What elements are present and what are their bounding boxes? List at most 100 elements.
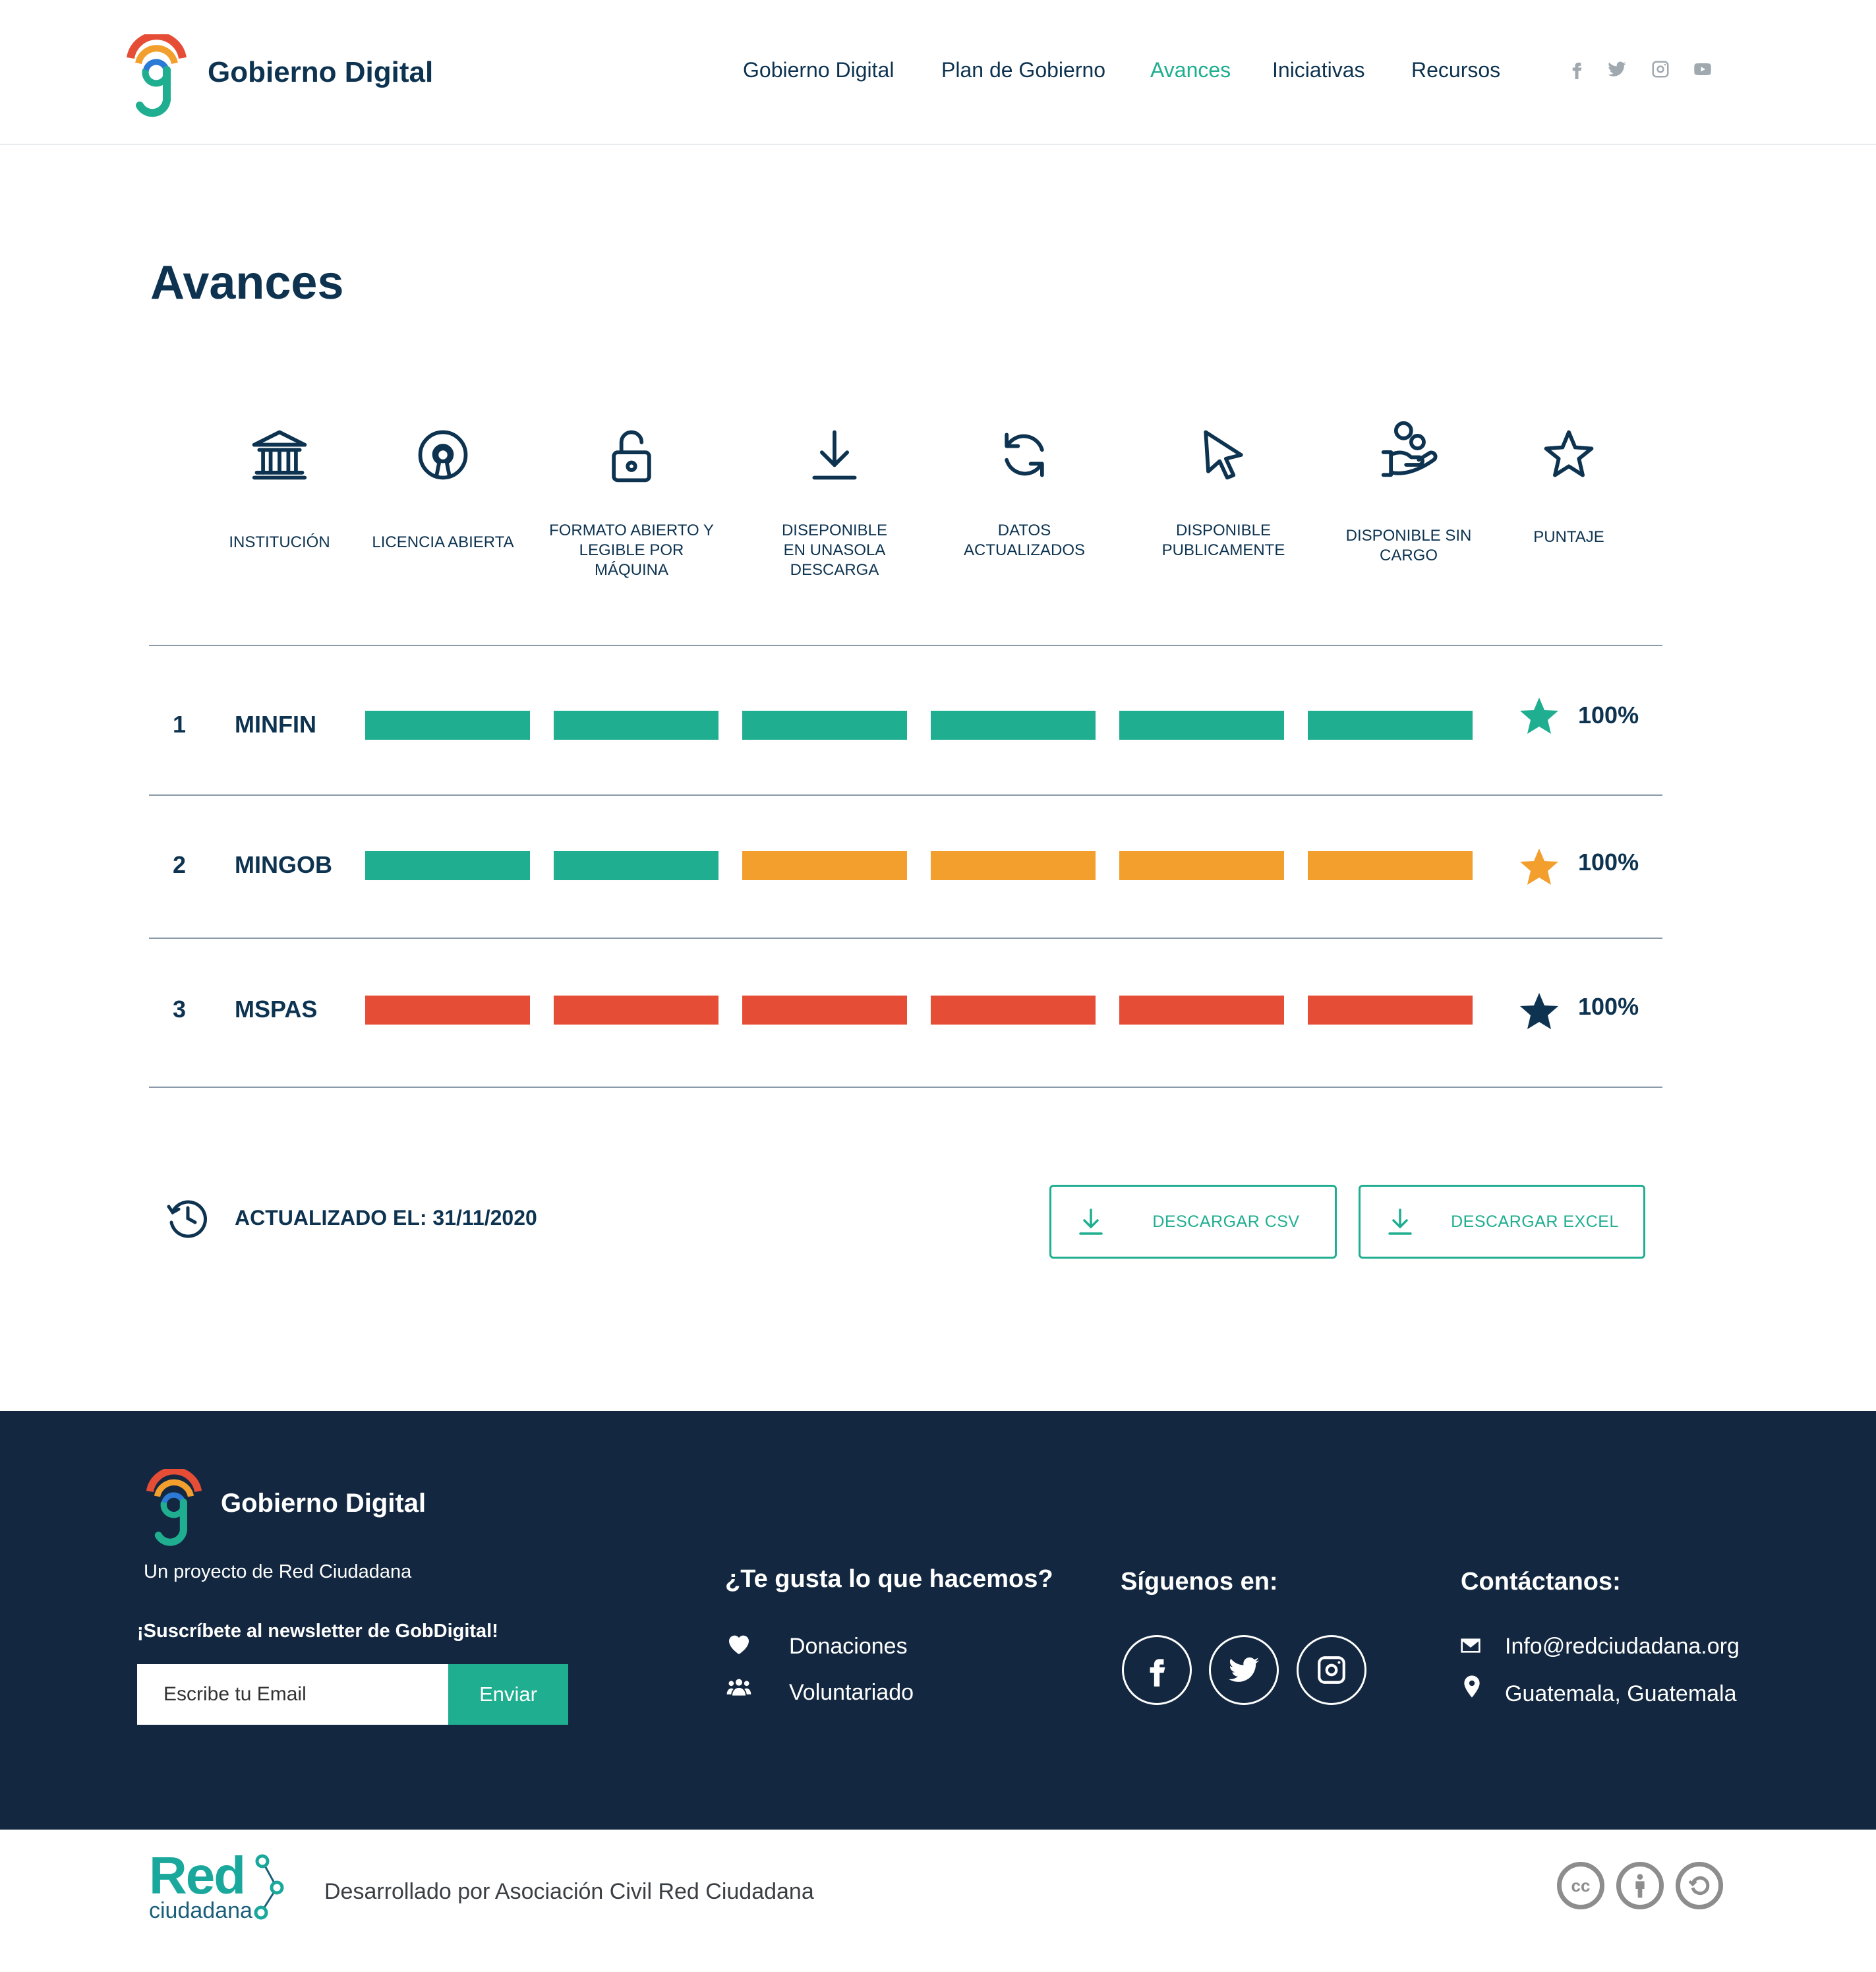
cc-icon[interactable]: cc xyxy=(1557,1862,1604,1909)
footer-subtitle: Un proyecto de Red Ciudadana xyxy=(144,1561,412,1582)
criteria-bar xyxy=(365,711,530,740)
criteria-bar xyxy=(742,711,907,740)
criteria-bar xyxy=(1119,996,1284,1025)
score-star-icon xyxy=(1520,698,1558,734)
donaciones-label: Donaciones xyxy=(789,1634,908,1659)
footer-instagram-icon[interactable] xyxy=(1297,1635,1366,1705)
column-institucion: INSTITUCIÓN xyxy=(194,422,365,551)
column-unasola-descarga: DISEPONIBLE EN UNASOLA DESCARGA xyxy=(749,422,920,579)
voluntariado-label: Voluntariado xyxy=(789,1680,914,1705)
nav-avances[interactable]: Avances xyxy=(1150,58,1231,82)
row-rank: 1 xyxy=(173,711,187,738)
score-star-icon xyxy=(1520,849,1558,885)
column-puntaje: PUNTAJE xyxy=(1483,422,1655,546)
column-sin-cargo: DISPONIBLE SIN CARGO xyxy=(1323,421,1494,564)
newsletter-send-button[interactable]: Enviar xyxy=(448,1664,568,1725)
newsletter-title: ¡Suscríbete al newsletter de GobDigital! xyxy=(137,1621,498,1642)
criteria-bar xyxy=(931,851,1096,880)
newsletter-email-input[interactable] xyxy=(137,1664,448,1725)
column-label: INSTITUCIÓN xyxy=(229,533,330,551)
updated-info: ACTUALIZADO EL: 31/11/2020 xyxy=(165,1195,537,1241)
download-icon xyxy=(812,430,857,480)
star-outline-icon xyxy=(1544,430,1594,477)
table-row: 1 MINFIN 100% xyxy=(0,698,1876,745)
row-institution: MINFIN xyxy=(235,711,316,738)
nav-recursos[interactable]: Recursos xyxy=(1411,58,1500,82)
table-divider xyxy=(149,938,1662,939)
criteria-bar xyxy=(554,711,718,740)
row-rank: 2 xyxy=(173,851,187,878)
criteria-bar xyxy=(1119,711,1284,740)
updated-text: ACTUALIZADO EL: 31/11/2020 xyxy=(235,1205,537,1230)
red-ciudadana-logo[interactable]: Red ciudadana xyxy=(149,1849,284,1922)
gobierno-digital-logo[interactable] xyxy=(145,1469,203,1548)
page-title: Avances xyxy=(150,256,344,309)
download-excel-button[interactable]: DESCARGAR EXCEL xyxy=(1359,1185,1645,1259)
network-nodes-icon xyxy=(254,1854,284,1920)
table-row: 3 MSPAS 100% xyxy=(0,990,1876,1030)
nav-plan-de-gobierno[interactable]: Plan de Gobierno xyxy=(941,58,1105,82)
column-licencia-abierta: LICENCIA ABIERTA xyxy=(357,422,529,551)
refresh-icon xyxy=(1005,433,1044,477)
contact-title: Contáctanos: xyxy=(1461,1568,1621,1596)
nav-gobierno-digital[interactable]: Gobierno Digital xyxy=(743,58,894,82)
gobierno-digital-logo[interactable] xyxy=(125,34,188,119)
heart-icon xyxy=(729,1635,749,1654)
institution-icon xyxy=(252,430,307,480)
criteria-bar xyxy=(742,851,907,880)
criteria-bar xyxy=(931,711,1096,740)
voluntariado-link[interactable]: Voluntariado xyxy=(726,1679,914,1706)
row-institution: MINGOB xyxy=(235,851,332,878)
download-excel-label: DESCARGAR EXCEL xyxy=(1451,1212,1619,1231)
footer-twitter-icon[interactable] xyxy=(1209,1635,1279,1705)
criteria-bar xyxy=(1308,711,1473,740)
instagram-icon[interactable] xyxy=(1651,59,1670,82)
criteria-bar xyxy=(554,851,718,880)
column-label: DISEPONIBLE EN UNASOLA DESCARGA xyxy=(781,522,888,579)
site-footer: Gobierno Digital Un proyecto de Red Ciud… xyxy=(0,1411,1876,1830)
by-icon[interactable] xyxy=(1616,1862,1664,1909)
criteria-bar xyxy=(742,996,907,1025)
follow-title: Síguenos en: xyxy=(1121,1568,1278,1596)
contact-location: Guatemala, Guatemala xyxy=(1464,1675,1737,1707)
column-label: LICENCIA ABIERTA xyxy=(372,533,514,551)
download-csv-button[interactable]: DESCARGAR CSV xyxy=(1049,1185,1337,1259)
table-divider xyxy=(149,645,1662,646)
row-institution: MSPAS xyxy=(235,996,318,1023)
cursor-icon xyxy=(1204,430,1243,480)
footer-facebook-icon[interactable] xyxy=(1122,1635,1192,1705)
column-formato-abierto: FORMATO ABIERTO Y LEGIBLE POR MÁQUINA xyxy=(546,422,717,579)
twitter-icon[interactable] xyxy=(1607,59,1627,82)
nav-iniciativas[interactable]: Iniciativas xyxy=(1272,58,1365,82)
column-disponible-publicamente: DISPONIBLE PUBLICAMENTE xyxy=(1138,422,1309,559)
location-pin-icon xyxy=(1464,1675,1480,1698)
column-label: DISPONIBLE PUBLICAMENTE xyxy=(1161,522,1285,559)
contact-email-link[interactable]: Info@redciudadana.org xyxy=(1461,1634,1740,1659)
column-label: FORMATO ABIERTO Y LEGIBLE POR MÁQUINA xyxy=(549,522,714,579)
row-score: 100% xyxy=(1578,702,1639,729)
unlock-icon xyxy=(612,430,651,483)
row-rank: 3 xyxy=(173,996,187,1023)
row-score: 100% xyxy=(1578,849,1639,876)
criteria-bar xyxy=(1308,996,1473,1025)
support-title: ¿Te gusta lo que hacemos? xyxy=(725,1565,1053,1593)
site-header: Gobierno Digital Gobierno Digital Plan d… xyxy=(0,0,1876,145)
contact-location-text: Guatemala, Guatemala xyxy=(1505,1681,1737,1706)
brand-name[interactable]: Gobierno Digital xyxy=(208,56,433,89)
developed-by-text: Desarrollado por Asociación Civil Red Ci… xyxy=(324,1879,814,1904)
mail-icon xyxy=(1461,1638,1480,1653)
people-icon xyxy=(726,1679,751,1696)
donaciones-link[interactable]: Donaciones xyxy=(729,1634,908,1659)
table-divider xyxy=(149,794,1662,796)
score-star-icon xyxy=(1520,993,1558,1029)
criteria-bar xyxy=(1308,851,1473,880)
hand-coins-icon xyxy=(1381,421,1438,477)
download-csv-label: DESCARGAR CSV xyxy=(1152,1212,1300,1231)
youtube-icon[interactable] xyxy=(1693,59,1713,82)
criteria-bar xyxy=(554,996,718,1025)
sa-icon[interactable] xyxy=(1676,1862,1723,1909)
table-row: 2 MINGOB 100% xyxy=(0,846,1876,885)
criteria-bar xyxy=(931,996,1096,1025)
column-label: DISPONIBLE SIN CARGO xyxy=(1345,527,1472,564)
facebook-icon[interactable] xyxy=(1567,59,1587,82)
